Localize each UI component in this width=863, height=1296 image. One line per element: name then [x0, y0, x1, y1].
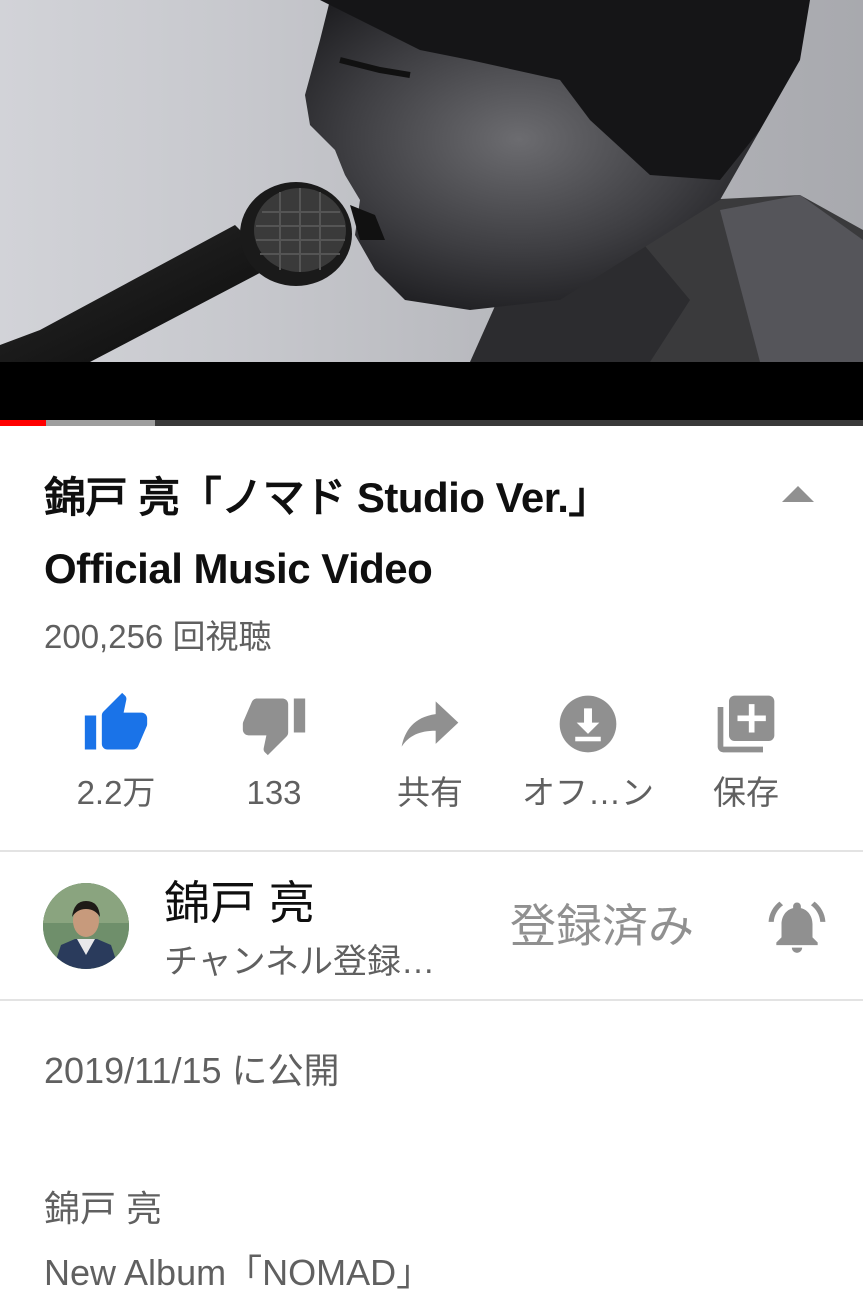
publish-date: 2019/11/15 に公開	[44, 1050, 340, 1091]
add-to-playlist-icon	[717, 695, 775, 753]
download-icon	[559, 695, 617, 753]
channel-avatar-image	[43, 883, 129, 969]
chevron-up-icon	[782, 486, 814, 502]
video-player[interactable]	[0, 0, 863, 426]
channel-row: 錦戸 亮 チャンネル登録… 登録済み	[0, 852, 863, 1000]
subscriber-count: チャンネル登録…	[164, 943, 435, 981]
bell-icon	[768, 901, 826, 953]
channel-name[interactable]: 錦戸 亮	[164, 876, 315, 930]
dislike-count: 133	[246, 774, 302, 811]
action-bar: 2.2万 133 共有 オフ…ン 保存	[0, 690, 863, 820]
description-line: 錦戸 亮	[44, 1188, 163, 1229]
video-still	[0, 0, 863, 362]
view-count: 200,256 回視聴	[44, 618, 272, 655]
subscribed-button[interactable]: 登録済み	[510, 896, 694, 956]
like-button[interactable]: 2.2万	[36, 690, 196, 820]
video-frame[interactable]	[0, 0, 863, 362]
video-title[interactable]: 錦戸 亮「ノマド Studio Ver.」 Official Music Vid…	[44, 462, 744, 604]
notification-bell-button[interactable]	[766, 896, 828, 958]
progress-played	[0, 420, 46, 426]
like-count: 2.2万	[76, 774, 156, 811]
offline-label: オフ…ン	[522, 774, 654, 811]
thumbs-up-icon	[84, 692, 148, 750]
progress-bar[interactable]	[0, 420, 863, 426]
description-line: New Album「NOMAD」	[44, 1252, 433, 1293]
thumbs-down-icon	[242, 698, 306, 756]
share-icon	[401, 701, 459, 747]
collapse-description-button[interactable]	[770, 470, 826, 518]
dislike-button[interactable]: 133	[194, 690, 354, 820]
share-label: 共有	[397, 774, 463, 811]
save-button[interactable]: 保存	[666, 690, 826, 820]
divider-bottom	[0, 999, 863, 1001]
offline-download-button[interactable]: オフ…ン	[508, 690, 668, 820]
share-button[interactable]: 共有	[350, 690, 510, 820]
video-title-line-1: 錦戸 亮「ノマド Studio Ver.」	[44, 474, 610, 521]
avatar[interactable]	[43, 883, 129, 969]
save-label: 保存	[713, 774, 779, 811]
video-title-line-2: Official Music Video	[44, 545, 433, 592]
